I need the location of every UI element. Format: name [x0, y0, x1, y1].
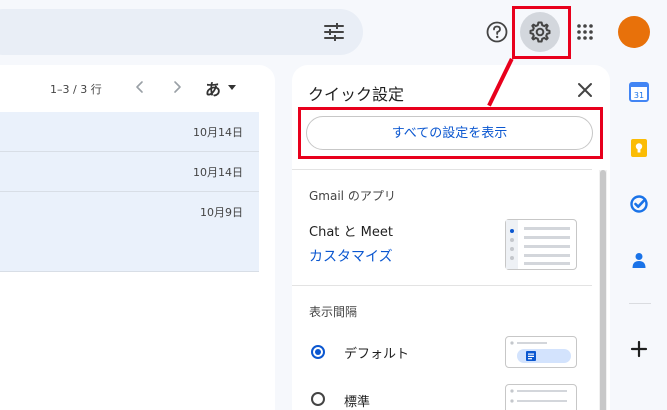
search-bar[interactable]	[0, 9, 363, 55]
avatar[interactable]	[618, 16, 650, 48]
density-preview-icon	[510, 389, 567, 403]
density-section-title: 表示間隔	[309, 305, 358, 319]
density-default-preview	[505, 336, 577, 368]
panel-title: クイック設定	[308, 85, 405, 104]
rail-divider	[629, 303, 651, 304]
density-comfortable-radio[interactable]	[311, 392, 325, 406]
email-date: 10月14日	[193, 126, 243, 139]
email-row[interactable]: 10月14日	[0, 112, 259, 152]
divider	[292, 169, 592, 170]
density-default-radio[interactable]	[311, 345, 325, 359]
layout-preview-icon	[506, 220, 570, 269]
chevron-left-icon[interactable]	[133, 80, 147, 94]
email-date: 10月9日	[200, 206, 243, 219]
calendar-icon[interactable]: 31	[629, 82, 649, 102]
chat-meet-label: Chat と Meet	[309, 225, 393, 240]
caret-down-icon[interactable]	[228, 85, 236, 90]
help-icon[interactable]	[486, 21, 508, 43]
scrollbar-thumb[interactable]	[600, 170, 606, 410]
highlight-settings	[512, 6, 571, 59]
email-list: 1–3 / 3 行 あ 10月14日 10月14日 10月9日	[0, 65, 275, 410]
email-row[interactable]: 10月14日	[0, 152, 259, 192]
density-preview-icon	[510, 341, 571, 363]
pager-text: 1–3 / 3 行	[50, 83, 102, 96]
keep-icon[interactable]	[629, 138, 649, 158]
chat-meet-preview	[505, 219, 577, 270]
divider	[292, 285, 592, 286]
contacts-icon[interactable]	[629, 250, 649, 270]
apps-icon[interactable]	[576, 23, 594, 41]
plus-icon[interactable]	[630, 340, 648, 358]
highlight-see-all-settings	[298, 107, 603, 159]
tune-icon[interactable]	[323, 22, 345, 42]
chevron-right-icon[interactable]	[170, 80, 184, 94]
close-icon[interactable]	[577, 82, 593, 98]
email-row[interactable]: 10月9日	[0, 192, 259, 272]
customize-link[interactable]: カスタマイズ	[309, 246, 393, 266]
density-comfortable-label: 標準	[344, 395, 371, 410]
email-date: 10月14日	[193, 166, 243, 179]
tasks-icon[interactable]	[629, 194, 649, 214]
density-comfortable-preview	[505, 384, 577, 410]
density-default-label: デフォルト	[344, 347, 410, 362]
input-tools-button[interactable]: あ	[205, 76, 221, 100]
calendar-number: 31	[634, 91, 644, 100]
apps-section-title: Gmail のアプリ	[309, 189, 396, 203]
